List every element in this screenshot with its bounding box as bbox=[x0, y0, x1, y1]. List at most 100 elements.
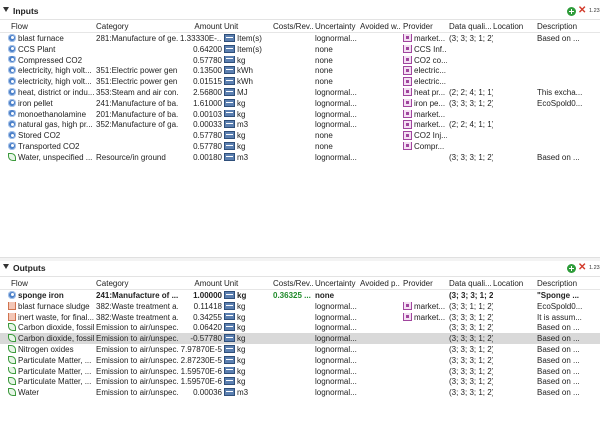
cell-description[interactable]: "Sponge ... bbox=[537, 291, 587, 301]
cell-dq[interactable]: (3; 3; 3; 1; 2) bbox=[449, 367, 493, 377]
cell-provider[interactable] bbox=[403, 356, 447, 366]
cell-flow[interactable]: Compressed CO2 bbox=[8, 55, 94, 66]
cell-description[interactable]: Based on ... bbox=[537, 345, 587, 355]
cell-location[interactable] bbox=[493, 388, 535, 398]
cell-provider[interactable] bbox=[403, 388, 447, 398]
header-location[interactable]: Location bbox=[493, 22, 535, 31]
cell-location[interactable] bbox=[493, 142, 535, 152]
cell-flow[interactable]: Nitrogen oxides bbox=[8, 344, 94, 355]
cell-flow[interactable]: Water, unspecified ... bbox=[8, 152, 94, 163]
cell-avoided[interactable] bbox=[360, 34, 400, 44]
cell-unit[interactable]: MJ bbox=[224, 87, 272, 98]
header-description[interactable]: Description bbox=[537, 279, 587, 288]
cell-flow[interactable]: Particulate Matter, ... bbox=[8, 355, 94, 366]
cell-unit[interactable]: kg bbox=[224, 98, 272, 109]
cell-dq[interactable]: (3; 3; 3; 1; 2) bbox=[449, 356, 493, 366]
cell-provider[interactable] bbox=[403, 334, 447, 344]
cell-amount[interactable]: 0.01515 bbox=[180, 77, 222, 87]
cell-avoided[interactable] bbox=[360, 45, 400, 55]
cell-avoided[interactable] bbox=[360, 66, 400, 76]
cell-uncertainty[interactable]: none bbox=[315, 66, 359, 76]
cell-provider[interactable]: market... bbox=[403, 312, 447, 323]
cell-avoided[interactable] bbox=[360, 323, 400, 333]
cell-location[interactable] bbox=[493, 377, 535, 387]
cell-description[interactable]: This excha... bbox=[537, 88, 587, 98]
cell-avoided[interactable] bbox=[360, 120, 400, 130]
cell-costs[interactable] bbox=[273, 377, 313, 387]
header-avoided[interactable]: Avoided p... bbox=[360, 279, 400, 288]
table-row[interactable]: iron pellet 241:Manufacture of ba... 1.610… bbox=[0, 98, 600, 109]
cell-provider[interactable]: CCS Inf... bbox=[403, 44, 447, 55]
cell-description[interactable]: Based on ... bbox=[537, 388, 587, 398]
cell-description[interactable] bbox=[537, 110, 587, 120]
table-row[interactable]: Transported CO2 0.57780 kg none Compr... bbox=[0, 141, 600, 152]
cell-description[interactable]: Based on ... bbox=[537, 377, 587, 387]
cell-unit[interactable]: Item(s) bbox=[224, 34, 272, 44]
cell-category[interactable]: 281:Manufacture of ge... bbox=[96, 34, 178, 44]
cell-category[interactable]: 351:Electric power gen... bbox=[96, 66, 178, 76]
cell-description[interactable] bbox=[537, 77, 587, 87]
cell-uncertainty[interactable]: none bbox=[315, 45, 359, 55]
cell-category[interactable] bbox=[96, 56, 178, 66]
cell-dq[interactable] bbox=[449, 131, 493, 141]
cell-unit[interactable]: kg bbox=[224, 366, 272, 377]
cell-flow[interactable]: blast furnace bbox=[8, 34, 94, 44]
cell-amount[interactable]: 0.11418 bbox=[180, 302, 222, 312]
cell-unit[interactable]: kg bbox=[224, 131, 272, 141]
table-row[interactable]: blast furnace sludge 382:Waste treatment … bbox=[0, 301, 600, 312]
cell-amount[interactable]: 0.00180 bbox=[180, 153, 222, 163]
cell-amount[interactable]: 0.00033 bbox=[180, 120, 222, 130]
cell-uncertainty[interactable]: lognormal... bbox=[315, 302, 359, 312]
cell-amount[interactable]: 1.00000 bbox=[180, 291, 222, 301]
cell-location[interactable] bbox=[493, 34, 535, 44]
cell-category[interactable]: 382:Waste treatment a... bbox=[96, 313, 178, 323]
header-category[interactable]: Category bbox=[96, 279, 178, 288]
cell-uncertainty[interactable]: lognormal... bbox=[315, 388, 359, 398]
cell-category[interactable]: Emission to air/unspec... bbox=[96, 367, 178, 377]
cell-category[interactable]: Emission to air/unspec... bbox=[96, 377, 178, 387]
cell-description[interactable]: EcoSpold0... bbox=[537, 302, 587, 312]
cell-unit[interactable]: kWh bbox=[224, 66, 272, 76]
cell-uncertainty[interactable]: lognormal... bbox=[315, 110, 359, 120]
cell-description[interactable] bbox=[537, 45, 587, 55]
cell-costs[interactable] bbox=[273, 334, 313, 344]
cell-provider[interactable]: market... bbox=[403, 120, 447, 130]
cell-flow[interactable]: monoethanolamine bbox=[8, 109, 94, 120]
cell-avoided[interactable] bbox=[360, 302, 400, 312]
cell-dq[interactable]: (2; 2; 4; 1; 1) bbox=[449, 120, 493, 130]
cell-flow[interactable]: sponge iron bbox=[8, 291, 94, 301]
header-category[interactable]: Category bbox=[96, 22, 178, 31]
cell-location[interactable] bbox=[493, 356, 535, 366]
cell-category[interactable]: Emission to air/unspec... bbox=[96, 323, 178, 333]
cell-flow[interactable]: heat, district or indu... bbox=[8, 87, 94, 98]
cell-location[interactable] bbox=[493, 367, 535, 377]
cell-description[interactable]: Based on ... bbox=[537, 334, 587, 344]
cell-description[interactable]: Based on ... bbox=[537, 34, 587, 44]
cell-uncertainty[interactable]: lognormal... bbox=[315, 120, 359, 130]
cell-costs[interactable] bbox=[273, 153, 313, 163]
header-costs[interactable]: Costs/Rev... bbox=[273, 22, 313, 31]
cell-flow[interactable]: inert waste, for final... bbox=[8, 312, 94, 323]
cell-avoided[interactable] bbox=[360, 131, 400, 141]
cell-avoided[interactable] bbox=[360, 88, 400, 98]
cell-category[interactable]: Resource/in ground bbox=[96, 153, 178, 163]
cell-amount[interactable]: 2.56800 bbox=[180, 88, 222, 98]
cell-costs[interactable] bbox=[273, 110, 313, 120]
cell-costs[interactable] bbox=[273, 131, 313, 141]
cell-uncertainty[interactable]: lognormal... bbox=[315, 377, 359, 387]
cell-location[interactable] bbox=[493, 323, 535, 333]
cell-location[interactable] bbox=[493, 88, 535, 98]
cell-dq[interactable]: (3; 3; 3; 1; 2) bbox=[449, 313, 493, 323]
cell-location[interactable] bbox=[493, 99, 535, 109]
cell-costs[interactable] bbox=[273, 56, 313, 66]
cell-amount[interactable]: 7.97870E-5 bbox=[180, 345, 222, 355]
cell-unit[interactable]: m3 bbox=[224, 152, 272, 163]
header-data-quality[interactable]: Data quali... bbox=[449, 22, 493, 31]
cell-dq[interactable] bbox=[449, 56, 493, 66]
cell-description[interactable] bbox=[537, 131, 587, 141]
cell-provider[interactable] bbox=[403, 367, 447, 377]
cell-provider[interactable]: iron pe... bbox=[403, 98, 447, 109]
cell-costs[interactable] bbox=[273, 356, 313, 366]
cell-avoided[interactable] bbox=[360, 99, 400, 109]
cell-avoided[interactable] bbox=[360, 345, 400, 355]
